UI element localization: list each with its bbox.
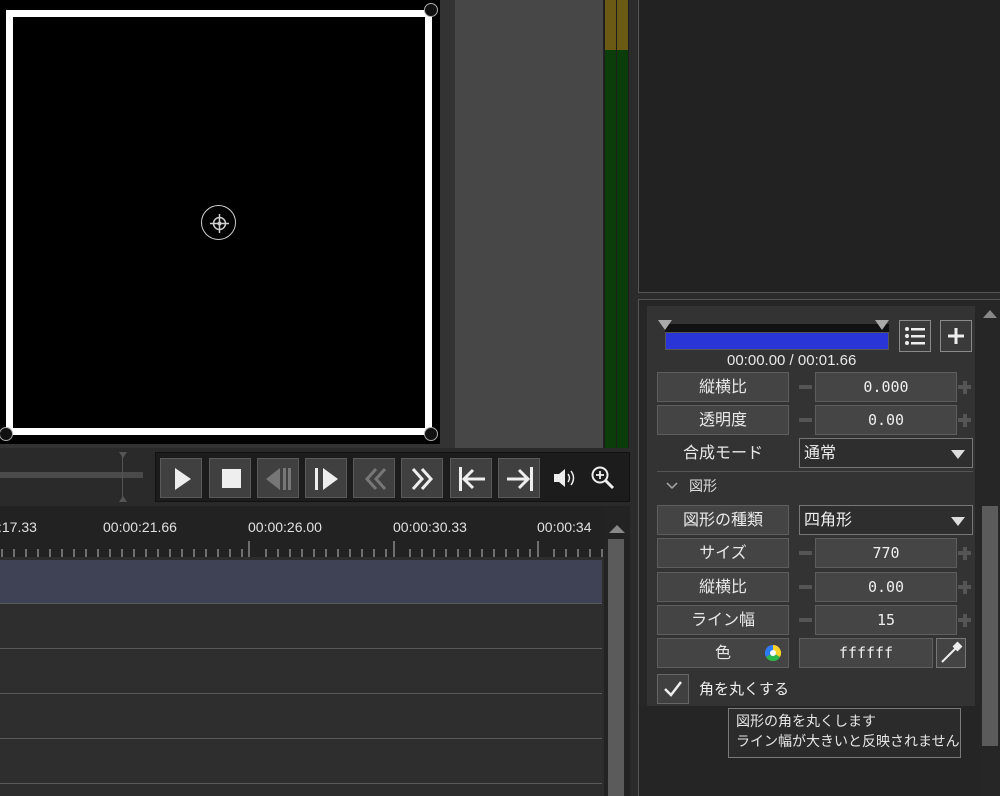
zoom-icon[interactable] [589,465,619,491]
line-width-decrement[interactable] [799,618,812,622]
volume-icon[interactable] [551,465,581,491]
timeline-track[interactable] [0,650,602,694]
aspect-ratio-label[interactable]: 縦横比 [657,372,789,402]
range-start-marker[interactable] [658,320,672,330]
eyedropper-button[interactable] [936,638,966,668]
color-hex-field[interactable]: ffffff [799,638,933,668]
shape-aspect-ratio-field[interactable]: 0.00 [815,572,957,602]
opacity-field[interactable]: 0.00 [815,405,957,435]
audio-level-meter [603,0,629,448]
ruler-ticks [1,541,603,557]
size-field[interactable]: 770 [815,538,957,568]
shape-type-label[interactable]: 図形の種類 [657,505,789,535]
timeline-scrollbar[interactable] [604,507,630,796]
rewind-button[interactable] [353,458,395,498]
blend-mode-label: 合成モード [682,443,763,462]
aspect-ratio-field[interactable]: 0.000 [815,372,957,402]
section-collapse-toggle[interactable] [665,478,679,497]
chevron-down-icon [951,450,965,459]
list-menu-button[interactable] [899,320,931,352]
timeline-track-selected[interactable] [0,560,602,604]
range-time: 00:00.00 / 00:01.66 [727,352,857,369]
add-button[interactable] [940,320,972,352]
ruler-label: :17.33 [0,519,37,535]
tooltip-line: 図形の角を丸くします [736,714,876,730]
preview-canvas[interactable] [0,0,440,444]
color-label: 色 [714,643,731,662]
clip-range-bar[interactable] [665,332,889,350]
aspect-ratio-decrement[interactable] [799,385,812,389]
timeline: :17.33 00:00:21.66 00:00:26.00 00:00:30.… [0,506,630,796]
ruler-label: 00:00:21.66 [103,519,177,535]
shape-type-select[interactable]: 四角形 [799,505,973,535]
resize-handle-top-right[interactable] [424,3,438,17]
shape-type-value: 四角形 [804,510,853,529]
round-corners-checkbox[interactable] [657,674,689,704]
properties-content: 00:00.00 / 00:01.66 縦横比 0.000 透明度 0.00 合… [647,306,975,706]
tooltip: 図形の角を丸くします ライン幅が大きいと反映されません [728,708,961,758]
seek-marker[interactable] [119,452,132,502]
color-wheel-icon [764,644,782,662]
timeline-track[interactable] [0,605,602,649]
shape-aspect-ratio-decrement[interactable] [799,585,812,589]
line-width-label[interactable]: ライン幅 [657,605,789,635]
opacity-label[interactable]: 透明度 [657,405,789,435]
transport-row [0,448,630,506]
properties-scrollbar[interactable] [980,300,1000,796]
stop-button[interactable] [209,458,251,498]
color-button[interactable]: 色 [657,638,789,668]
round-corners-label: 角を丸くする [699,680,790,698]
check-icon [664,681,682,697]
jump-start-button[interactable] [450,458,492,498]
timeline-track[interactable] [0,740,602,784]
blend-mode-value: 通常 [804,443,837,462]
anchor-target-icon[interactable] [201,205,236,240]
ruler-label: 00:00:26.00 [248,519,322,535]
timeline-ruler[interactable]: :17.33 00:00:21.66 00:00:26.00 00:00:30.… [0,507,604,557]
next-frame-button[interactable] [305,458,347,498]
chevron-down-icon [951,517,965,526]
shape-aspect-ratio-label[interactable]: 縦横比 [657,572,789,602]
blend-mode-select[interactable]: 通常 [799,438,973,468]
size-label[interactable]: サイズ [657,538,789,568]
fast-forward-button[interactable] [401,458,443,498]
preview-side-strip [455,0,603,448]
tooltip-line: ライン幅が大きいと反映されません [736,734,960,750]
line-width-field[interactable]: 15 [815,605,957,635]
section-title: 図形 [689,479,717,495]
timeline-track[interactable] [0,695,602,739]
eyedropper-icon [941,641,963,663]
transport-controls [155,452,630,502]
ruler-label: 00:00:34 [537,519,592,535]
range-end-marker[interactable] [875,320,889,330]
prev-frame-button[interactable] [257,458,299,498]
preview-area [0,0,455,448]
divider [657,471,973,472]
chevron-down-icon [666,482,678,490]
jump-end-button[interactable] [498,458,540,498]
right-top-panel [638,0,1000,293]
play-button[interactable] [160,458,202,498]
opacity-decrement[interactable] [799,418,812,422]
resize-handle-bottom-right[interactable] [424,427,438,441]
size-decrement[interactable] [799,551,812,555]
ruler-label: 00:00:30.33 [393,519,467,535]
resize-handle-bottom-left[interactable] [0,427,13,441]
